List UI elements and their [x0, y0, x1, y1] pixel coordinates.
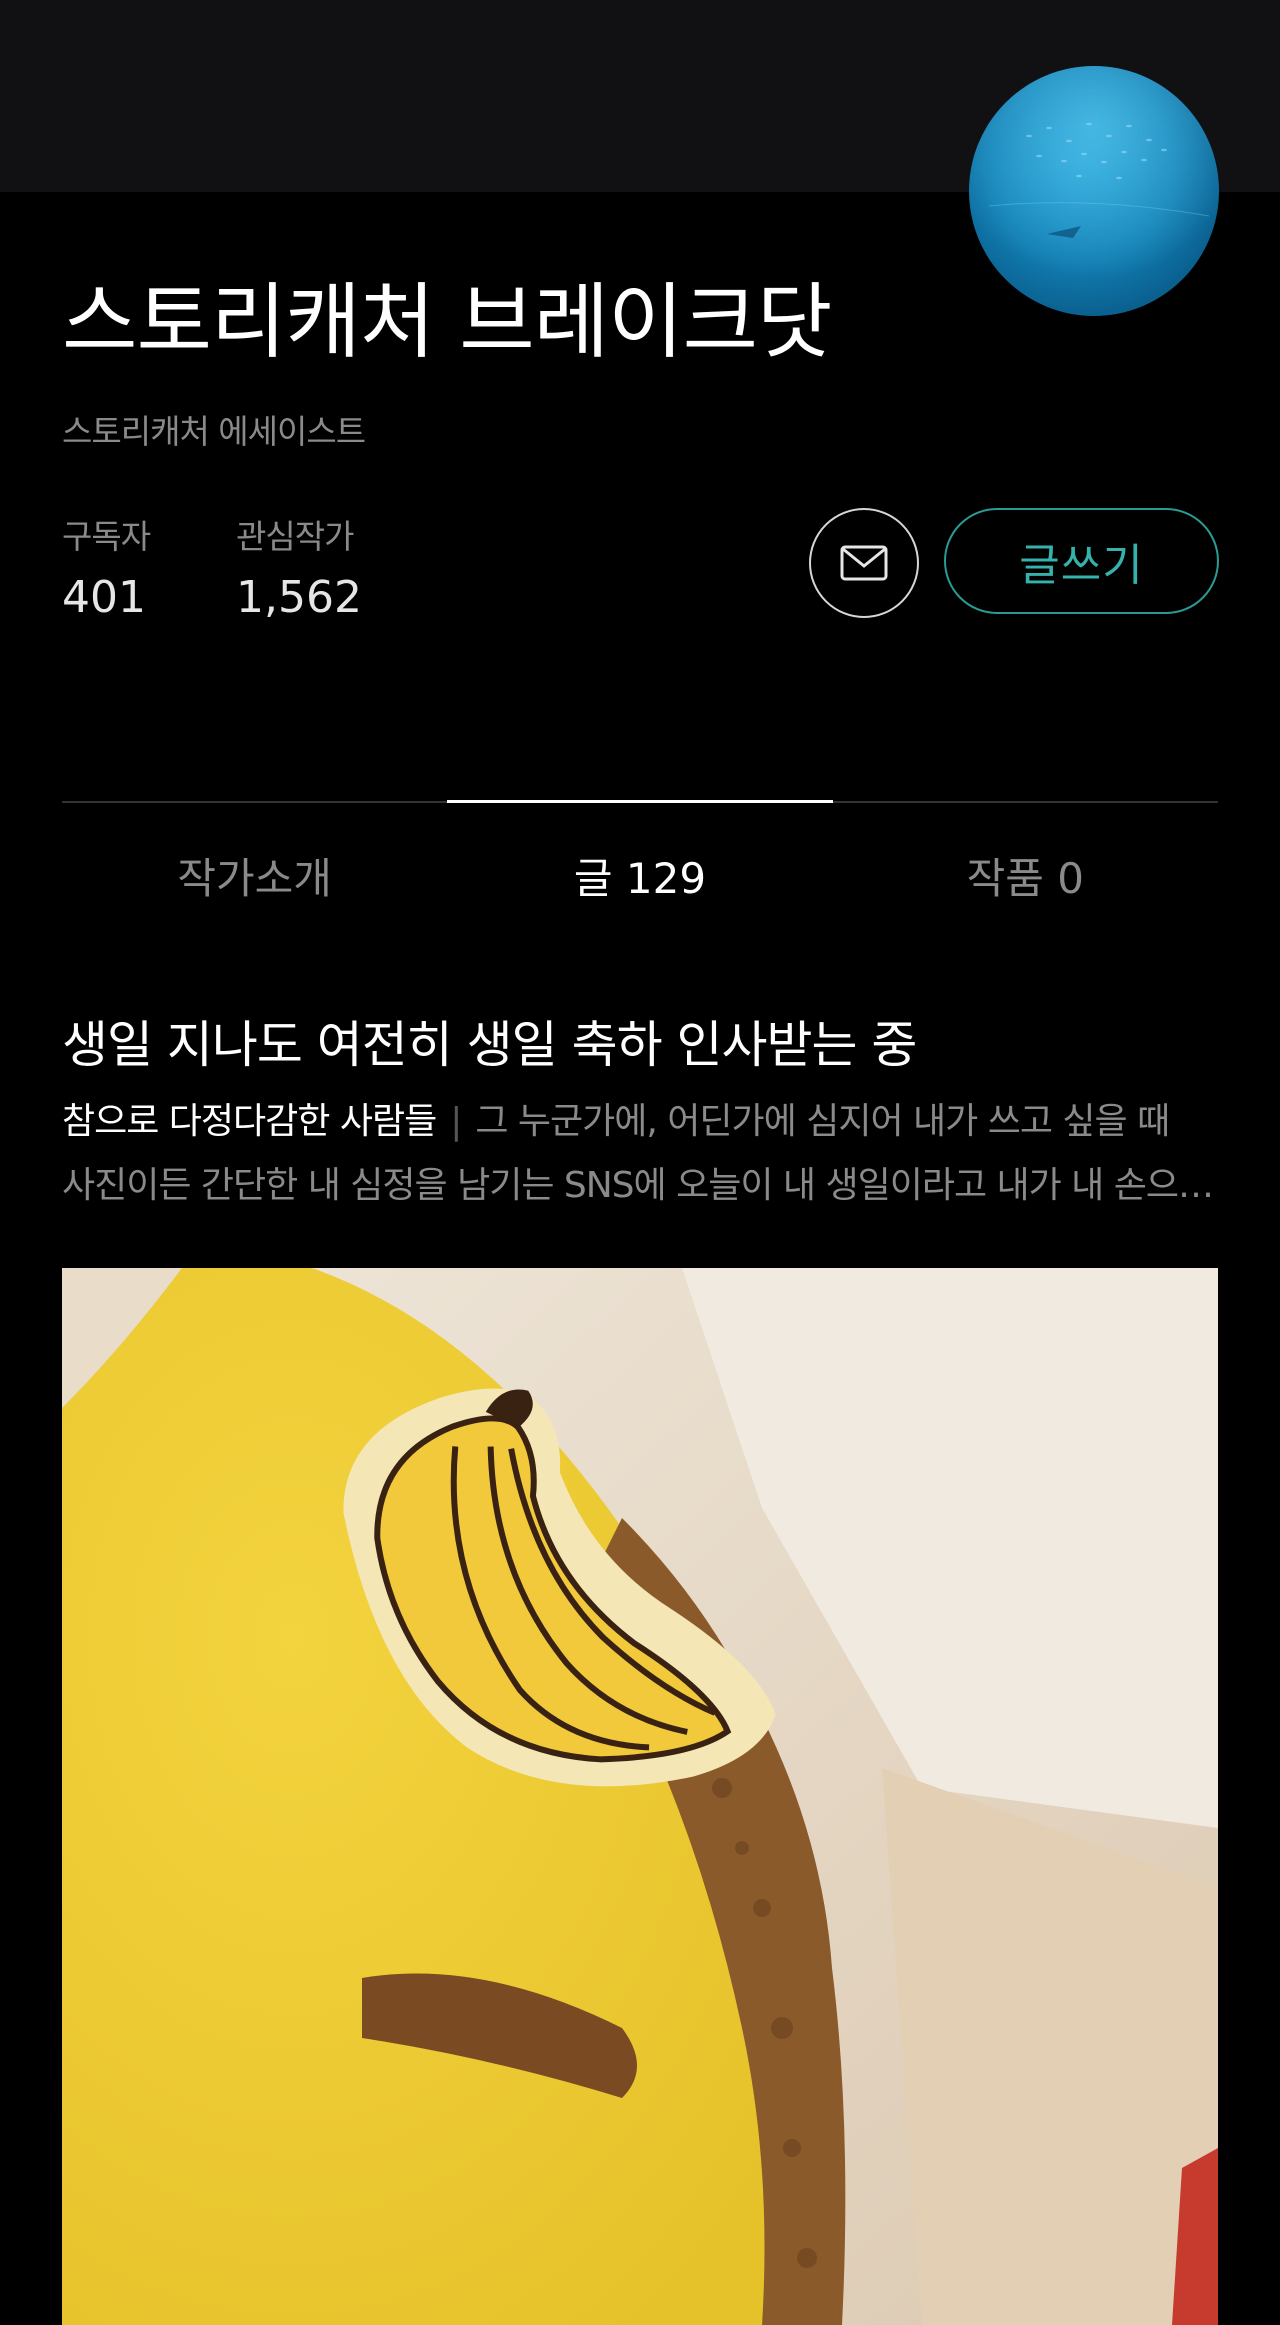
tab-author-intro[interactable]: 작가소개 [62, 803, 447, 903]
write-button[interactable]: 글쓰기 [944, 508, 1219, 614]
banana-cake-photo-icon [62, 1268, 1218, 2325]
interest-authors-label: 관심작가 [236, 517, 354, 556]
profile-tabs: 작가소개 글 129 작품 0 [62, 800, 1218, 903]
author-name: 스토리캐처 브레이크닷 [62, 275, 832, 370]
interest-authors-stat[interactable]: 관심작가 1,562 [236, 510, 362, 623]
tab-posts[interactable]: 글 129 [447, 800, 833, 903]
excerpt-text: 그 누군가에, 어딘가에 심지어 내가 쓰고 싶을 때 [475, 1101, 1170, 1142]
ocean-photo-icon [969, 66, 1219, 316]
subscribers-label: 구독자 [62, 517, 151, 556]
tab-works[interactable]: 작품 0 [833, 803, 1218, 903]
post-subtitle: 참으로 다정다감한 사람들 [62, 1101, 437, 1142]
message-button[interactable] [809, 508, 919, 618]
post-thumbnail[interactable] [62, 1268, 1218, 2325]
author-role: 스토리캐처 에세이스트 [62, 412, 366, 451]
author-avatar[interactable] [969, 66, 1219, 316]
envelope-icon [840, 545, 888, 581]
excerpt-text-continued: 사진이든 간단한 내 심정을 남기는 SNS에 오늘이 내 생일이라고 내가 내… [62, 1165, 1214, 1206]
subscribers-stat[interactable]: 구독자 401 [62, 510, 151, 623]
post-excerpt[interactable]: 참으로 다정다감한 사람들 | 그 누군가에, 어딘가에 심지어 내가 쓰고 싶을 … [62, 1090, 1222, 1218]
subtitle-separator: | [450, 1101, 462, 1142]
post-title[interactable]: 생일 지나도 여전히 생일 축하 인사받는 중 [62, 1005, 917, 1077]
subscribers-count: 401 [62, 572, 146, 623]
interest-authors-count: 1,562 [236, 572, 362, 623]
